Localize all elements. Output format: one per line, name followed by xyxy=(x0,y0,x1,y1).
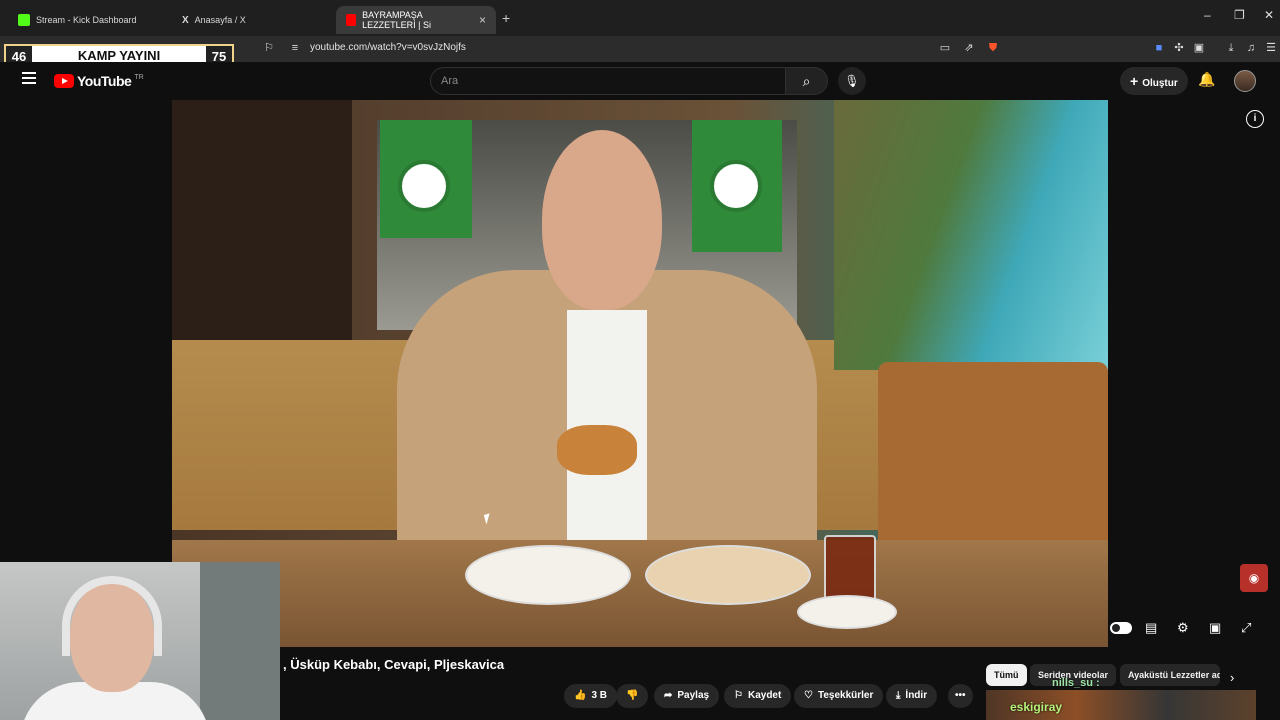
share-label: Paylaş xyxy=(677,690,710,701)
kick-icon xyxy=(18,14,30,26)
chip-ayakustu[interactable]: Ayaküstü Lezzetler ad xyxy=(1120,664,1220,686)
like-button[interactable]: 👍 3 B xyxy=(564,684,618,708)
thumbs-up-icon: 👍 xyxy=(574,690,587,701)
download-icon: ⤓ xyxy=(896,690,901,701)
like-count: 3 B xyxy=(591,690,608,701)
thanks-heart-icon: ♡ xyxy=(804,690,813,701)
tab-label: BAYRAMPAŞA LEZZETLERİ | Si xyxy=(362,10,431,30)
save-button[interactable]: ⚐ Kaydet xyxy=(724,684,792,708)
share-button[interactable]: ➦ Paylaş xyxy=(654,684,720,708)
thanks-label: Teşekkürler xyxy=(817,690,874,701)
browser-tab-bar: Stream - Kick Dashboard X Anasayfa / X B… xyxy=(0,0,1280,36)
video-frame-plate xyxy=(465,545,631,605)
youtube-header: YouTube TR Ara ⌕ 🎙 + Oluştur 🔔 xyxy=(0,62,1280,100)
restore-icon[interactable]: ❐ xyxy=(1234,8,1245,22)
share-icon: ➦ xyxy=(664,690,673,701)
more-actions-button[interactable]: ••• xyxy=(948,684,973,708)
info-icon[interactable]: i xyxy=(1246,110,1264,128)
account-avatar[interactable] xyxy=(1234,70,1256,92)
url-field[interactable]: youtube.com/watch?v=v0svJzNojfs xyxy=(310,42,466,53)
bookmark-icon[interactable]: ⚐ xyxy=(262,41,276,55)
tab-youtube-video[interactable]: BAYRAMPAŞA LEZZETLERİ | Si × xyxy=(336,6,496,34)
youtube-play-icon xyxy=(54,74,74,88)
brave-shield-icon[interactable]: ⛊ xyxy=(986,41,1000,55)
screen: Stream - Kick Dashboard X Anasayfa / X B… xyxy=(0,0,1280,720)
share-icon[interactable]: ⇗ xyxy=(962,41,976,55)
webcam-background xyxy=(200,562,280,720)
voice-search-button[interactable]: 🎙 xyxy=(838,67,866,95)
video-frame-door xyxy=(172,100,352,340)
video-frame-saucer xyxy=(797,595,897,629)
video-frame-table xyxy=(172,540,1108,647)
dislike-button[interactable]: 👎 xyxy=(616,684,649,708)
sidebar-icon[interactable]: ▣ xyxy=(1192,41,1206,55)
save-label: Kaydet xyxy=(747,690,782,701)
search-icon: ⌕ xyxy=(802,73,811,89)
chevron-right-icon[interactable]: › xyxy=(1230,670,1234,685)
chip-all[interactable]: Tümü xyxy=(986,664,1027,686)
microphone-icon: 🎙 xyxy=(844,74,860,88)
puzzle-icon[interactable]: ✣ xyxy=(1172,41,1186,55)
x-icon: X xyxy=(182,14,189,26)
music-icon[interactable]: ♫ xyxy=(1244,41,1258,55)
video-frame-food xyxy=(557,425,637,475)
close-icon[interactable]: × xyxy=(479,13,486,27)
tab-kick-dashboard[interactable]: Stream - Kick Dashboard xyxy=(8,6,173,34)
headphones-icon xyxy=(62,576,162,656)
minimize-icon[interactable]: – xyxy=(1204,8,1211,22)
video-frame-head xyxy=(542,130,662,310)
hamburger-menu-icon[interactable] xyxy=(22,72,36,84)
country-code: TR xyxy=(134,73,144,81)
download-label: İndir xyxy=(905,690,928,701)
autoplay-toggle[interactable] xyxy=(1110,622,1132,634)
notifications-bell-icon[interactable]: 🔔 xyxy=(1198,71,1215,88)
tab-label: Stream - Kick Dashboard xyxy=(36,15,137,25)
settings-gear-icon[interactable]: ⚙ xyxy=(1177,620,1189,636)
tab-label: Anasayfa / X xyxy=(194,15,246,25)
thumbs-down-icon: 👎 xyxy=(626,690,639,701)
create-button[interactable]: + Oluştur xyxy=(1120,67,1188,95)
site-info-icon[interactable]: ≡ xyxy=(288,41,302,55)
plus-icon: + xyxy=(1130,73,1139,89)
chat-message: eskigiray xyxy=(1010,700,1063,714)
download-icon[interactable]: ⤓ xyxy=(1224,41,1238,55)
extension-icon[interactable]: ■ xyxy=(1152,41,1166,55)
close-window-icon[interactable]: ✕ xyxy=(1264,8,1274,22)
tab-x-home[interactable]: X Anasayfa / X xyxy=(172,6,337,34)
new-tab-button[interactable]: + xyxy=(502,10,510,26)
search-button[interactable]: ⌕ xyxy=(786,67,828,95)
fullscreen-icon[interactable]: ⤢ xyxy=(1241,620,1251,636)
video-frame-flag xyxy=(380,120,472,238)
youtube-wordmark: YouTube xyxy=(77,73,132,89)
youtube-icon xyxy=(346,14,357,26)
youtube-logo[interactable]: YouTube TR xyxy=(54,73,144,89)
chat-message: nills_su : xyxy=(1052,677,1100,689)
create-label: Oluştur xyxy=(1142,78,1178,89)
miniplayer-icon[interactable]: ▣ xyxy=(1209,620,1221,636)
video-player[interactable] xyxy=(172,100,1108,647)
video-frame-chair xyxy=(878,362,1108,562)
download-button[interactable]: ⤓ İndir xyxy=(886,684,938,708)
video-frame-mural xyxy=(834,100,1108,370)
video-title: , Üsküp Kebabı, Cevapi, Pljeskavica xyxy=(283,657,505,672)
red-badge-icon[interactable]: ◉ xyxy=(1240,564,1268,592)
cast-icon[interactable]: ▭ xyxy=(938,41,952,55)
subtitles-icon[interactable]: ▤ xyxy=(1145,620,1157,636)
bookmark-icon: ⚐ xyxy=(734,690,743,701)
thanks-button[interactable]: ♡ Teşekkürler xyxy=(794,684,884,708)
webcam-overlay xyxy=(0,562,280,720)
search-input[interactable]: Ara xyxy=(430,67,786,95)
menu-icon[interactable]: ☰ xyxy=(1264,41,1278,55)
video-frame-flag xyxy=(692,120,782,252)
video-frame-plate xyxy=(645,545,811,605)
